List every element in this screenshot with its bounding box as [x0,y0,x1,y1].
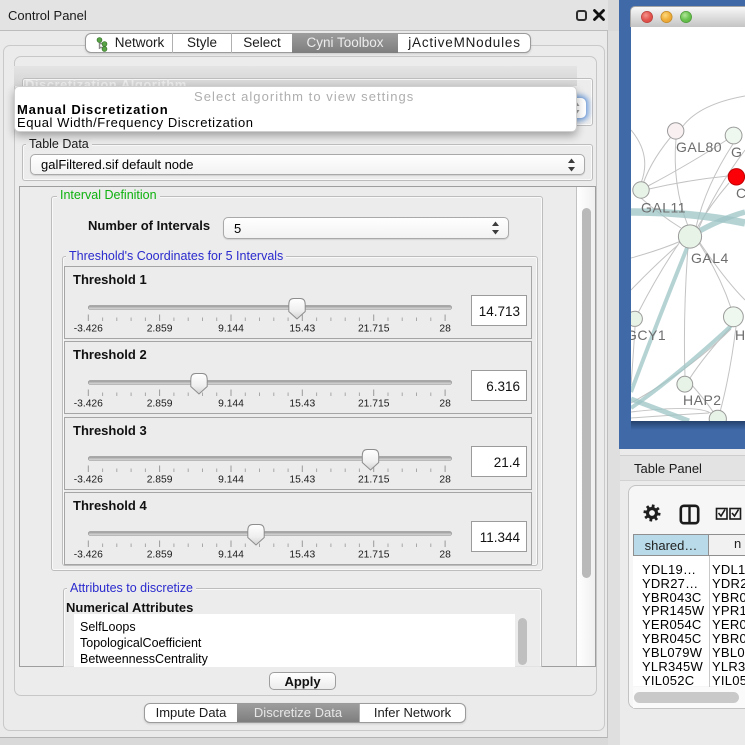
svg-text:2.859: 2.859 [147,550,173,561]
svg-text:2.859: 2.859 [147,399,173,410]
svg-text:-3.426: -3.426 [74,324,103,335]
svg-text:21.715: 21.715 [358,550,390,561]
svg-text:15.43: 15.43 [289,475,315,486]
svg-text:21.715: 21.715 [358,399,390,410]
svg-text:21.715: 21.715 [358,475,390,486]
svg-text:-3.426: -3.426 [74,550,103,561]
svg-text:21.715: 21.715 [358,324,390,335]
svg-text:-3.426: -3.426 [74,475,103,486]
svg-text:GAL80: GAL80 [676,139,722,155]
svg-text:15.43: 15.43 [289,399,315,410]
svg-text:9.144: 9.144 [218,550,244,561]
svg-text:2.859: 2.859 [147,475,173,486]
svg-text:15.43: 15.43 [289,550,315,561]
svg-text:28: 28 [439,324,451,335]
svg-text:HAP2: HAP2 [683,392,722,408]
svg-text:C: C [736,185,745,201]
svg-text:H: H [735,327,745,343]
svg-text:9.144: 9.144 [218,399,244,410]
svg-text:GCY1: GCY1 [631,327,666,343]
svg-text:15.43: 15.43 [289,324,315,335]
svg-text:9.144: 9.144 [218,475,244,486]
svg-text:28: 28 [439,550,451,561]
svg-text:GAL11: GAL11 [641,200,686,216]
svg-text:28: 28 [439,399,451,410]
svg-text:28: 28 [439,475,451,486]
svg-text:G: G [731,144,742,160]
svg-text:GAL4: GAL4 [691,250,729,266]
svg-text:9.144: 9.144 [218,324,244,335]
svg-text:-3.426: -3.426 [74,399,103,410]
svg-text:2.859: 2.859 [147,324,173,335]
